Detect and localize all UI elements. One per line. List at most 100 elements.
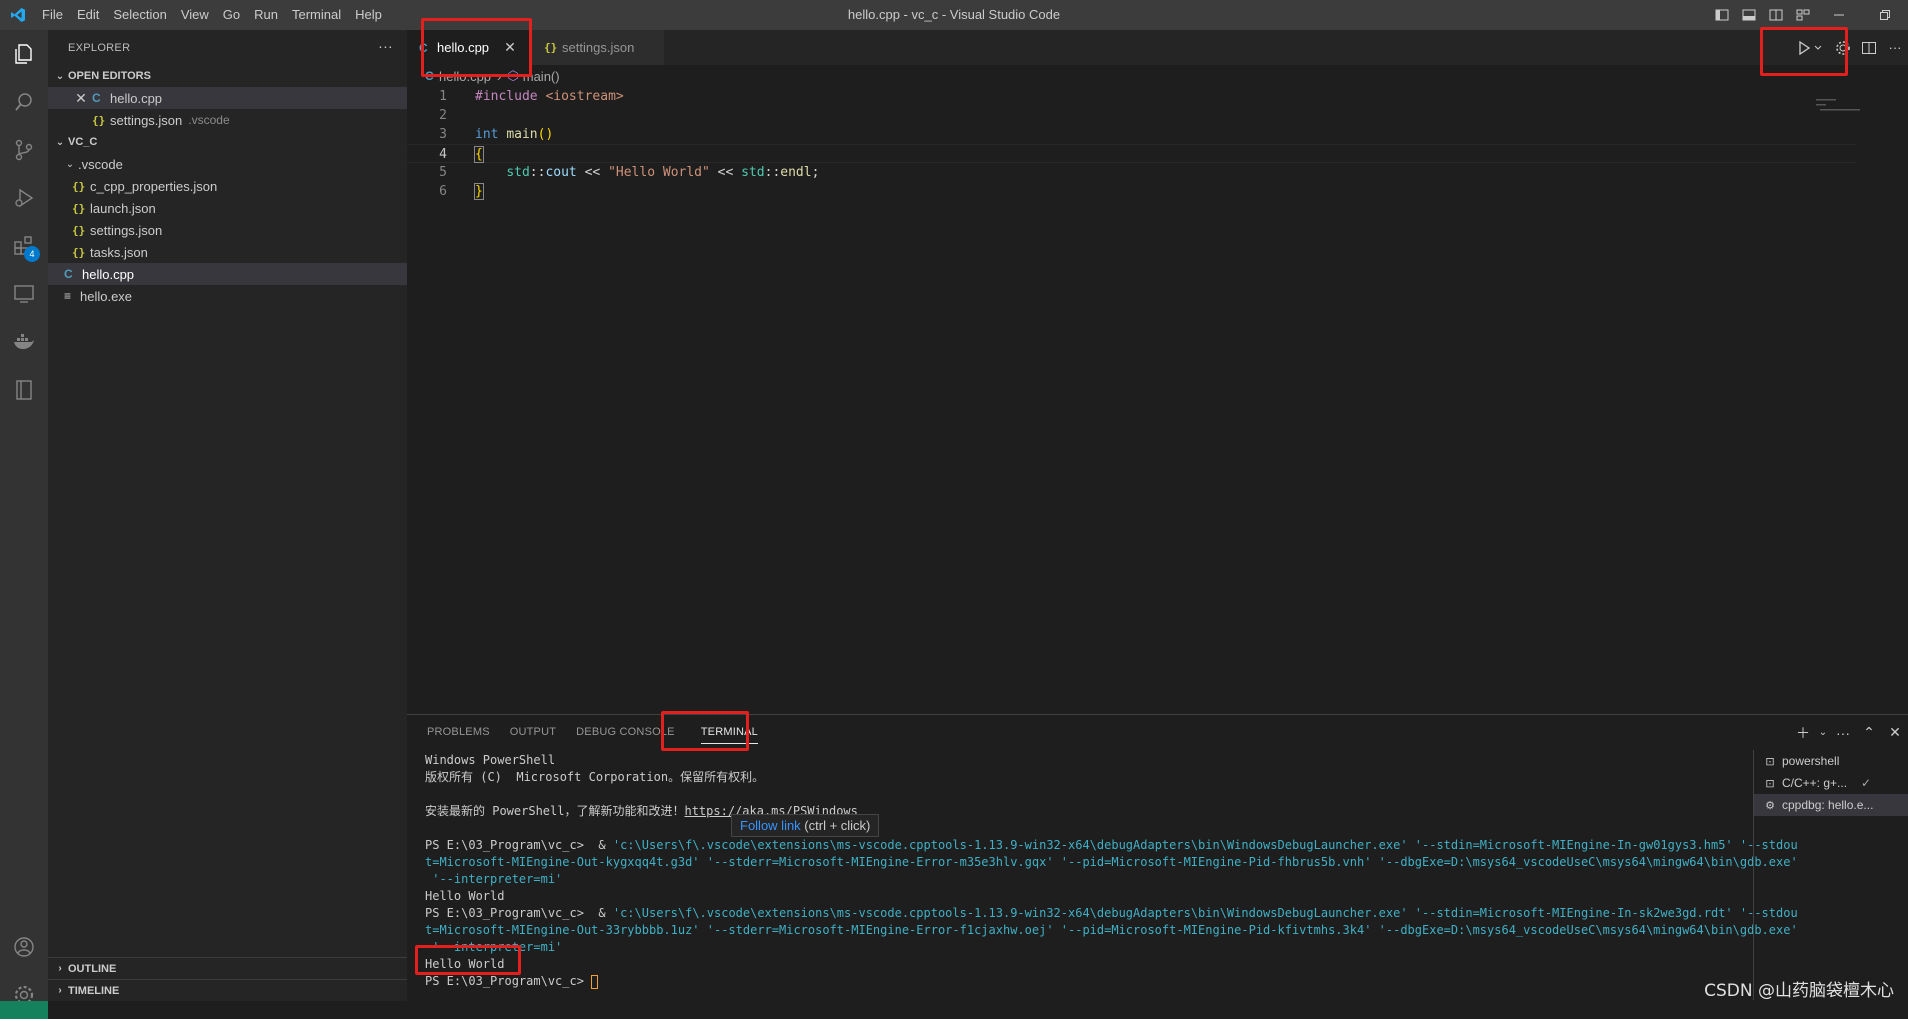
tab-debug-console[interactable]: DEBUG CONSOLE xyxy=(566,715,685,750)
menu-edit[interactable]: Edit xyxy=(70,0,106,30)
open-editor-item[interactable]: {} settings.json .vscode xyxy=(48,109,407,131)
terminal-line: Hello World xyxy=(425,957,505,971)
tree-item-label: hello.cpp xyxy=(82,266,135,282)
tree-item-file[interactable]: {} launch.json xyxy=(48,197,407,219)
docker-icon[interactable] xyxy=(0,318,48,366)
terminal-line: PS E:\03_Program\vc_c> & 'c:\Users\f\.vs… xyxy=(425,837,1798,854)
terminal-command: 'c:\Users\f\.vscode\extensions\ms-vscode… xyxy=(612,906,1798,920)
tree-item-file[interactable]: ≡ hello.exe xyxy=(48,285,407,307)
extensions-icon[interactable]: 4 xyxy=(0,222,48,270)
terminal-line: 安装最新的 PowerShell，了解新功能和改进！https://aka.ms… xyxy=(425,803,1765,820)
outline-header[interactable]: › OUTLINE xyxy=(48,957,407,979)
tab-hello-cpp[interactable]: C hello.cpp ✕ xyxy=(407,30,533,65)
panel-tabs: PROBLEMS OUTPUT DEBUG CONSOLE TERMINAL xyxy=(407,715,1908,750)
breadcrumb-symbol[interactable]: main() xyxy=(523,69,560,84)
follow-link-text[interactable]: Follow link xyxy=(740,818,801,833)
watermark: CSDN @山药脑袋檀木心 xyxy=(1704,981,1894,1001)
toggle-secondary-sidebar-icon[interactable] xyxy=(1762,0,1789,30)
terminal-instance[interactable]: ⊡ C/C++: g+... ✓ xyxy=(1754,772,1908,794)
close-editor-icon[interactable]: ✕ xyxy=(70,90,92,107)
activity-bar: 4 xyxy=(0,30,48,1019)
chevron-down-icon: ⌄ xyxy=(55,136,65,148)
tree-item-label: hello.exe xyxy=(80,288,133,304)
maximize-panel-icon[interactable]: ⌃ xyxy=(1856,724,1882,741)
chevron-right-icon: › xyxy=(58,963,62,974)
line-number: 4 xyxy=(439,147,447,162)
menu-view[interactable]: View xyxy=(174,0,216,30)
tab-terminal[interactable]: TERMINAL xyxy=(691,715,768,750)
remote-indicator[interactable] xyxy=(0,1001,48,1019)
terminal-line: '--interpreter=mi' xyxy=(425,872,563,886)
tab-label: hello.cpp xyxy=(437,40,490,55)
run-debug-icon[interactable] xyxy=(0,174,48,222)
notebook-icon[interactable] xyxy=(0,366,48,414)
more-actions-icon[interactable]: ··· xyxy=(1882,30,1908,65)
menu-terminal[interactable]: Terminal xyxy=(285,0,348,30)
search-icon[interactable] xyxy=(0,78,48,126)
vscode-logo-icon xyxy=(0,0,35,30)
minimap[interactable] xyxy=(1808,87,1908,687)
restore-icon[interactable] xyxy=(1862,0,1908,30)
terminal-line: PS E:\03_Program\vc_c> xyxy=(425,973,1765,990)
toggle-panel-icon[interactable] xyxy=(1735,0,1762,30)
tab-settings-json[interactable]: {} settings.json xyxy=(532,30,666,65)
toggle-sidebar-icon[interactable] xyxy=(1708,0,1735,30)
source-control-icon[interactable] xyxy=(0,126,48,174)
tab-problems[interactable]: PROBLEMS xyxy=(417,715,500,750)
exe-file-icon: ≡ xyxy=(64,289,72,303)
explorer-icon[interactable] xyxy=(0,30,48,78)
editor-area: C hello.cpp ✕ {} settings.json ··· C hel… xyxy=(407,30,1908,714)
close-panel-icon[interactable]: ✕ xyxy=(1882,724,1908,741)
terminal-prompt: PS E:\03_Program\vc_c> xyxy=(425,974,592,988)
open-editor-item[interactable]: ✕ C hello.cpp xyxy=(48,87,407,109)
tree-item-label: tasks.json xyxy=(90,244,148,260)
status-bar xyxy=(48,1001,1908,1019)
tree-item-label: c_cpp_properties.json xyxy=(90,178,218,194)
terminal-instance-label: C/C++: g+... xyxy=(1782,776,1848,790)
editor-actions: ··· xyxy=(1790,30,1908,65)
tree-item-file[interactable]: {} settings.json xyxy=(48,219,407,241)
tree-item-file[interactable]: {} tasks.json xyxy=(48,241,407,263)
terminal-icon: ⊡ xyxy=(1765,755,1775,768)
tree-item-file[interactable]: {} c_cpp_properties.json xyxy=(48,175,407,197)
terminal-line: 版权所有 (C) Microsoft Corporation。保留所有权利。 xyxy=(425,770,765,784)
run-debug-dropdown-icon[interactable] xyxy=(1790,30,1830,65)
tree-item-file[interactable]: Chello.cpp xyxy=(48,263,407,285)
terminal-instance-label: cppdbg: hello.e... xyxy=(1782,798,1874,812)
tab-output[interactable]: OUTPUT xyxy=(500,715,566,750)
open-editors-header[interactable]: ⌄ OPEN EDITORS xyxy=(48,65,407,87)
terminal-list: ⊡ powershell ⊡ C/C++: g+... ✓ ⚙ cppdbg: hell… xyxy=(1753,750,1908,1000)
more-actions-icon[interactable]: ··· xyxy=(1830,725,1856,741)
debug-settings-icon[interactable] xyxy=(1830,30,1856,65)
terminal-output[interactable]: Windows PowerShell 版权所有 (C) Microsoft Co… xyxy=(425,752,1798,990)
minimize-icon[interactable] xyxy=(1816,0,1862,30)
menu-selection[interactable]: Selection xyxy=(106,0,173,30)
terminal-line: PS E:\03_Program\vc_c> & 'c:\Users\f\.vs… xyxy=(425,905,1798,922)
customize-layout-icon[interactable] xyxy=(1789,0,1816,30)
terminal-instance[interactable]: ⊡ powershell xyxy=(1754,750,1908,772)
tree-item-folder[interactable]: ⌄ .vscode xyxy=(48,153,407,175)
more-actions-icon[interactable]: ··· xyxy=(378,38,393,54)
tree-item-label: settings.json xyxy=(90,222,163,238)
breadcrumb-file[interactable]: hello.cpp xyxy=(439,69,491,84)
chevron-down-icon[interactable]: ⌄ xyxy=(1816,727,1830,738)
sidebar-explorer: EXPLORER ··· ⌄ OPEN EDITORS ✕ C hello.cpp… xyxy=(48,30,407,1019)
folder-header[interactable]: ⌄ VC_C xyxy=(48,131,407,153)
menu-run[interactable]: Run xyxy=(247,0,285,30)
code-editor[interactable]: 1 #include <iostream> 2 3 int main() 4{ 5 … xyxy=(407,87,1857,201)
terminal-line: '--interpreter=mi' xyxy=(425,940,563,954)
timeline-header[interactable]: › TIMELINE xyxy=(48,979,407,1001)
split-editor-icon[interactable] xyxy=(1856,30,1882,65)
new-terminal-icon[interactable]: ＋ xyxy=(1790,723,1816,743)
terminal-instance[interactable]: ⚙ cppdbg: hello.e... xyxy=(1754,794,1908,816)
remote-explorer-icon[interactable] xyxy=(0,270,48,318)
accounts-icon[interactable] xyxy=(0,923,48,971)
menu-help[interactable]: Help xyxy=(348,0,389,30)
close-tab-icon[interactable]: ✕ xyxy=(499,39,521,56)
chevron-down-icon: ⌄ xyxy=(55,70,65,82)
menu-file[interactable]: File xyxy=(35,0,70,30)
menu-go[interactable]: Go xyxy=(216,0,247,30)
explorer-title: EXPLORER xyxy=(68,41,131,54)
